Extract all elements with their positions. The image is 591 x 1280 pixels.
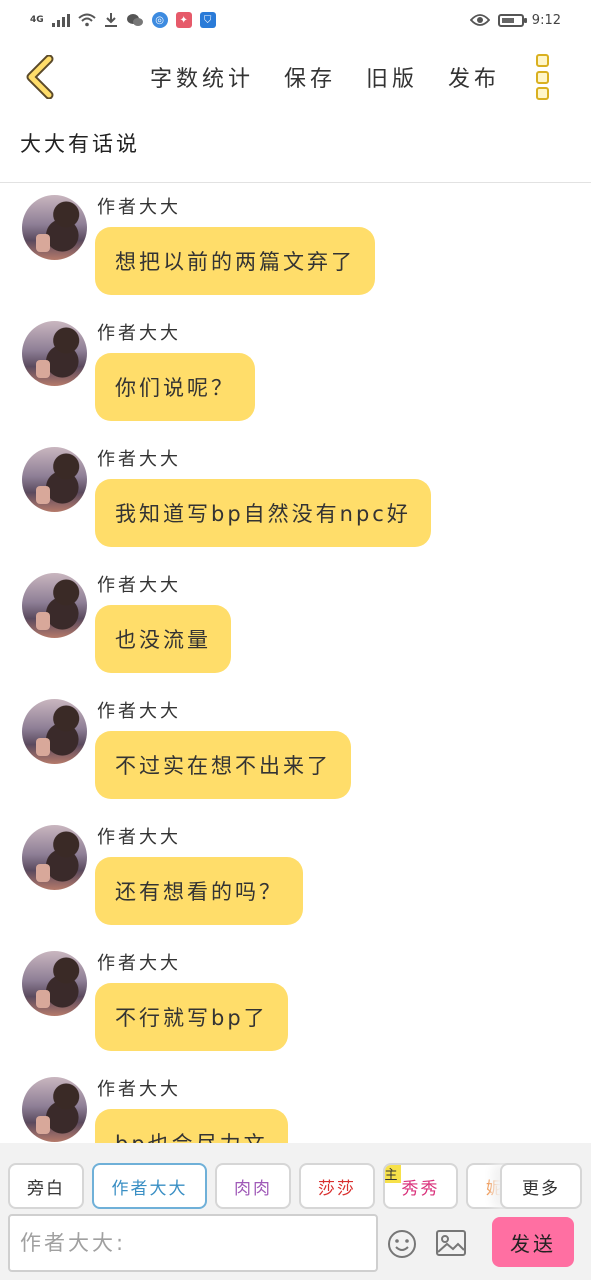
message-bubble[interactable]: 想把以前的两篇文弃了 (95, 227, 375, 295)
chat-message: 作者大大 你们说呢？ (0, 309, 591, 435)
sender-name: 作者大大 (97, 701, 181, 722)
role-chip-label: 秀秀 (401, 1178, 440, 1199)
message-input[interactable] (8, 1214, 378, 1272)
word-count-button[interactable]: 字数统计 (150, 61, 254, 93)
send-button[interactable]: 发送 (492, 1217, 574, 1267)
chat-message: 作者大大 不过实在想不出来了 (0, 687, 591, 813)
network-type: 4G (30, 14, 44, 25)
message-bubble[interactable]: 还有想看的吗？ (95, 857, 303, 925)
sender-name: 作者大大 (97, 449, 181, 470)
role-chip-label: 旁白 (27, 1178, 65, 1199)
more-roles-label: 更多 (522, 1178, 560, 1199)
nav-bar: 字数统计 保存 旧版 发布 (0, 40, 591, 114)
role-chip-author[interactable]: 作者大大 (92, 1163, 207, 1209)
sender-name: 作者大大 (97, 323, 181, 344)
avatar[interactable] (22, 321, 87, 386)
avatar[interactable] (22, 447, 87, 512)
image-icon[interactable] (435, 1228, 467, 1258)
sender-name: 作者大大 (97, 827, 181, 848)
nav-actions: 字数统计 保存 旧版 发布 (150, 40, 500, 114)
sender-name: 作者大大 (97, 1079, 181, 1100)
message-bubble[interactable]: 我知道写bp自然没有npc好 (95, 479, 431, 547)
chat-list[interactable]: 作者大大 想把以前的两篇文弃了 作者大大 你们说呢？ 作者大大 我知道写bp自然… (0, 183, 591, 1143)
role-chip-xiuxiu[interactable]: 主 秀秀 (383, 1163, 458, 1209)
avatar[interactable] (22, 1077, 87, 1142)
eye-icon (469, 14, 490, 26)
sender-name: 作者大大 (97, 953, 181, 974)
back-button[interactable] (18, 52, 62, 102)
chevron-left-icon (26, 55, 54, 99)
role-selector: 旁白 作者大大 肉肉 莎莎 主 秀秀 妮 更多 (0, 1143, 591, 1209)
main-character-badge: 主 (385, 1165, 401, 1183)
wechat-icon (126, 13, 143, 26)
signal-icon (51, 13, 70, 27)
chat-message: 作者大大 不行就写bp了 (0, 939, 591, 1065)
role-chip-label: 肉肉 (234, 1178, 272, 1199)
chat-message: 作者大大 想把以前的两篇文弃了 (0, 183, 591, 309)
more-vertical-icon[interactable] (532, 52, 556, 102)
more-roles-button[interactable]: 更多 (500, 1163, 582, 1209)
chat-message: 作者大大 bp也会尽力文 (0, 1065, 591, 1143)
chat-message: 作者大大 还有想看的吗？ (0, 813, 591, 939)
message-bubble[interactable]: 不过实在想不出来了 (95, 731, 351, 799)
chat-message: 作者大大 也没流量 (0, 561, 591, 687)
avatar[interactable] (22, 195, 87, 260)
role-chip-rourou[interactable]: 肉肉 (215, 1163, 291, 1209)
sender-name: 作者大大 (97, 575, 181, 596)
message-bubble[interactable]: bp也会尽力文 (95, 1109, 288, 1143)
download-icon (104, 13, 117, 27)
clock: 9:12 (531, 12, 561, 28)
publish-button[interactable]: 发布 (448, 61, 500, 93)
composer: 发送 (0, 1209, 591, 1280)
status-bar: 4G ◎ ✦ ⛉ 9:12 (0, 0, 591, 40)
role-chip-shasha[interactable]: 莎莎 (299, 1163, 375, 1209)
app-icon: ✦ (175, 12, 192, 28)
chat-message: 作者大大 我知道写bp自然没有npc好 (0, 435, 591, 561)
shield-icon: ⛉ (199, 12, 216, 28)
status-left: 4G ◎ ✦ ⛉ (30, 12, 216, 28)
save-button[interactable]: 保存 (284, 61, 336, 93)
role-chip-label: 作者大大 (111, 1178, 188, 1199)
message-bubble[interactable]: 你们说呢？ (95, 353, 255, 421)
avatar[interactable] (22, 573, 87, 638)
battery-icon (497, 13, 527, 27)
avatar[interactable] (22, 825, 87, 890)
role-chip-narrator[interactable]: 旁白 (8, 1163, 84, 1209)
role-chip-label: 莎莎 (318, 1178, 356, 1199)
smiley-icon[interactable] (386, 1228, 418, 1260)
status-right: 9:12 (469, 12, 561, 28)
message-bubble[interactable]: 不行就写bp了 (95, 983, 288, 1051)
message-bubble[interactable]: 也没流量 (95, 605, 231, 673)
section-title: 大大有话说 (20, 132, 140, 156)
old-version-button[interactable]: 旧版 (366, 61, 418, 93)
avatar[interactable] (22, 951, 87, 1016)
sender-name: 作者大大 (97, 197, 181, 218)
wifi-icon (77, 13, 96, 27)
browser-icon: ◎ (151, 12, 168, 28)
avatar[interactable] (22, 699, 87, 764)
